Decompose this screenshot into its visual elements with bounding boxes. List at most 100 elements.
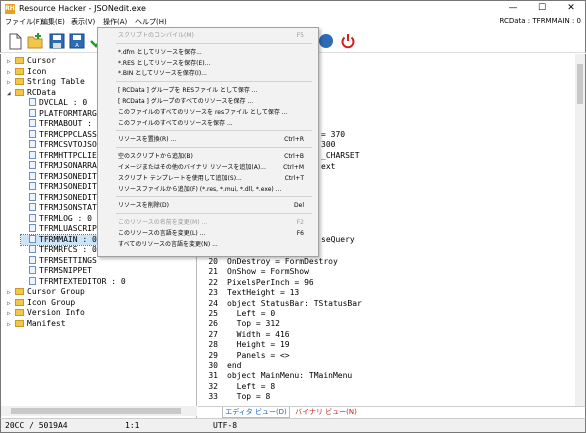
minimize-button[interactable]: — xyxy=(499,1,527,16)
expand-arrow-icon[interactable]: ▷ xyxy=(7,68,15,78)
menu-item[interactable]: イメージまたはその他のバイナリ リソースを追加(A)... Ctrl+M xyxy=(98,162,318,173)
menu-separator xyxy=(116,147,312,149)
menu-item[interactable]: [ RCData ] グループのすべてのリソースを保存 ... xyxy=(98,96,318,107)
menu-file[interactable]: ファイル(F) xyxy=(5,17,43,27)
expand-arrow-icon[interactable]: ▷ xyxy=(7,320,15,330)
resource-icon xyxy=(29,224,36,232)
tree-item-label: Cursor xyxy=(27,56,56,65)
tree-item[interactable]: ▷ Manifest xyxy=(7,319,66,329)
menu-item-label: [ RCData ] グループを RESファイル として保存 ... xyxy=(118,87,258,95)
save-as-icon[interactable]: A xyxy=(68,32,86,50)
resource-icon xyxy=(29,182,36,190)
tree-item[interactable]: TFRMLOG : 0 xyxy=(21,213,92,224)
status-cursor-position: 1:1 xyxy=(125,421,140,430)
menu-item[interactable]: *.dfm としてリソースを保存... xyxy=(98,47,318,58)
line-number: 21 xyxy=(208,267,218,277)
tab-binary-view[interactable]: バイナリ ビュー(N) xyxy=(292,407,360,418)
tab-editor-view[interactable]: エディタ ビュー(D) xyxy=(222,407,290,418)
line-number: 29 xyxy=(208,350,218,360)
status-encoding: UTF-8 xyxy=(213,421,238,430)
tree-item[interactable]: TFRMABOUT : 0 xyxy=(21,119,102,129)
tree-item[interactable]: TFRMJSONEDIT xyxy=(21,171,97,182)
editor-vertical-scrollbar[interactable] xyxy=(575,54,585,406)
expand-arrow-icon[interactable]: ▷ xyxy=(7,309,15,319)
tree-item[interactable]: TFRMCPPCLASS xyxy=(21,129,97,140)
menu-separator xyxy=(116,130,312,132)
expand-arrow-icon[interactable]: ▷ xyxy=(7,57,15,67)
menu-item-label: すべてのリソースの言語を変更(N) ... xyxy=(118,240,218,248)
tree-item[interactable]: ▷ Cursor xyxy=(7,56,56,66)
line-number: 33 xyxy=(208,392,218,402)
line-number: 26 xyxy=(208,319,218,329)
menu-item[interactable]: 空のスクリプトから追加(B) Ctrl+B xyxy=(98,151,318,162)
tree-item[interactable]: DVCLAL : 0 xyxy=(21,98,87,108)
code-text: Top = 8 xyxy=(227,392,271,402)
menu-item[interactable]: [ RCData ] グループを RESファイル として保存 ... xyxy=(98,85,318,96)
code-line: 30 end xyxy=(198,361,241,371)
menu-item[interactable]: *.RES としてリソースを保存(E)... xyxy=(98,58,318,69)
resource-icon xyxy=(29,255,36,264)
menu-action[interactable]: 操作(A) xyxy=(103,17,127,27)
tab-editor-view-label: エディタ ビュー(D) xyxy=(225,408,287,416)
tree-item[interactable]: TFRMCSVTOJSO xyxy=(21,140,97,150)
menu-item[interactable]: このファイルのすべてのリソースを保存 ... xyxy=(98,118,318,129)
code-line: 33 Top = 8 xyxy=(198,392,270,402)
open-file-icon[interactable] xyxy=(26,32,44,50)
status-offset: 20CC / 5019A4 xyxy=(5,421,68,430)
editor-scroll-thumb[interactable] xyxy=(577,64,583,104)
tree-item[interactable]: TFRMJSONEDIT xyxy=(21,192,97,203)
tree-item[interactable]: TFRMSNIPPET xyxy=(21,266,92,276)
menu-item[interactable]: *.BIN としてリソースを保存(I)... xyxy=(98,68,318,79)
menu-item[interactable]: このリソースの言語を変更(L) ... F6 xyxy=(98,228,318,239)
resource-icon xyxy=(29,161,36,169)
tree-item[interactable]: ▷ Icon Group xyxy=(7,298,75,308)
expand-arrow-icon[interactable]: ◢ xyxy=(7,89,15,99)
tree-item[interactable]: TFRMTEXTEDITOR : 0 xyxy=(21,276,126,287)
menu-item[interactable]: すべてのリソースの言語を変更(N) ... xyxy=(98,239,318,250)
tree-scroll-thumb[interactable] xyxy=(11,408,181,414)
expand-arrow-icon[interactable]: ▷ xyxy=(7,78,15,88)
menu-edit[interactable]: 編集(E) xyxy=(41,17,65,27)
run-script-icon[interactable] xyxy=(317,32,335,50)
tree-item[interactable]: PLATFORMTARG xyxy=(21,108,97,119)
save-icon[interactable] xyxy=(48,32,66,50)
tree-item[interactable]: TFRMJSONSTAT xyxy=(21,203,97,213)
menu-item-label: リソースを削除(D) xyxy=(118,202,170,210)
menu-item[interactable]: リソースファイルから追加(F) (*.res, *.mui, *.dll, *.… xyxy=(98,184,318,195)
new-file-icon[interactable] xyxy=(6,32,24,50)
expand-arrow-icon[interactable]: ▷ xyxy=(7,288,15,298)
tree-item[interactable]: TFRMJSONEDIT xyxy=(21,182,97,192)
maximize-button[interactable]: ☐ xyxy=(528,1,556,16)
tree-item[interactable]: ▷ Cursor Group xyxy=(7,287,85,297)
resource-icon xyxy=(29,213,36,222)
action-menu-dropdown: スクリプトのコンパイル(M) F5 *.dfm としてリソースを保存... *.RES… xyxy=(97,27,319,257)
menu-item-shortcut: Del xyxy=(294,202,304,210)
tree-item[interactable]: TFRMMAIN : 0 xyxy=(20,233,98,246)
power-icon[interactable] xyxy=(339,32,357,50)
tree-item[interactable]: ◢ RCData xyxy=(7,88,56,98)
tree-item[interactable]: ▷ Icon xyxy=(7,67,46,77)
tree-item[interactable]: TFRMSETTINGS xyxy=(21,255,97,266)
resource-icon xyxy=(29,129,36,138)
code-text: OnDestroy = FormDestroy xyxy=(227,257,338,266)
code-line: 31 object MainMenu: TMainMenu xyxy=(198,371,352,381)
line-number: 22 xyxy=(208,277,218,287)
menu-item[interactable]: リソースを置換(R) ... Ctrl+R xyxy=(98,134,318,145)
menu-item[interactable]: スクリプト テンプレートを使用して追加(S)... Ctrl+T xyxy=(98,173,318,184)
tree-item[interactable]: TFRMRFCS : 0 xyxy=(21,245,97,255)
menu-view[interactable]: 表示(V) xyxy=(71,17,95,27)
code-line: 32 Left = 8 xyxy=(198,382,275,392)
tree-item[interactable]: TFRMJSONARRA xyxy=(21,161,97,171)
tree-horizontal-scrollbar[interactable] xyxy=(1,406,197,416)
tree-item[interactable]: TFRMLUASCRIP xyxy=(21,224,97,234)
menu-item: このリソースの名前を変更(M) ... F2 xyxy=(98,217,318,228)
menu-item-label: イメージまたはその他のバイナリ リソースを追加(A)... xyxy=(118,164,266,171)
tree-item[interactable]: ▷ String Table xyxy=(7,77,85,87)
menu-item[interactable]: リソースを削除(D) Del xyxy=(98,200,318,211)
expand-arrow-icon[interactable]: ▷ xyxy=(7,299,15,309)
menu-help[interactable]: ヘルプ(H) xyxy=(135,17,167,27)
tree-item[interactable]: ▷ Version Info xyxy=(7,308,85,318)
tree-item[interactable]: TFRMHTTPCLIE xyxy=(21,150,97,161)
menu-item[interactable]: このファイルのすべてのリソースを resファイル として保存 ... xyxy=(98,107,318,118)
close-button[interactable]: ✕ xyxy=(557,1,585,16)
